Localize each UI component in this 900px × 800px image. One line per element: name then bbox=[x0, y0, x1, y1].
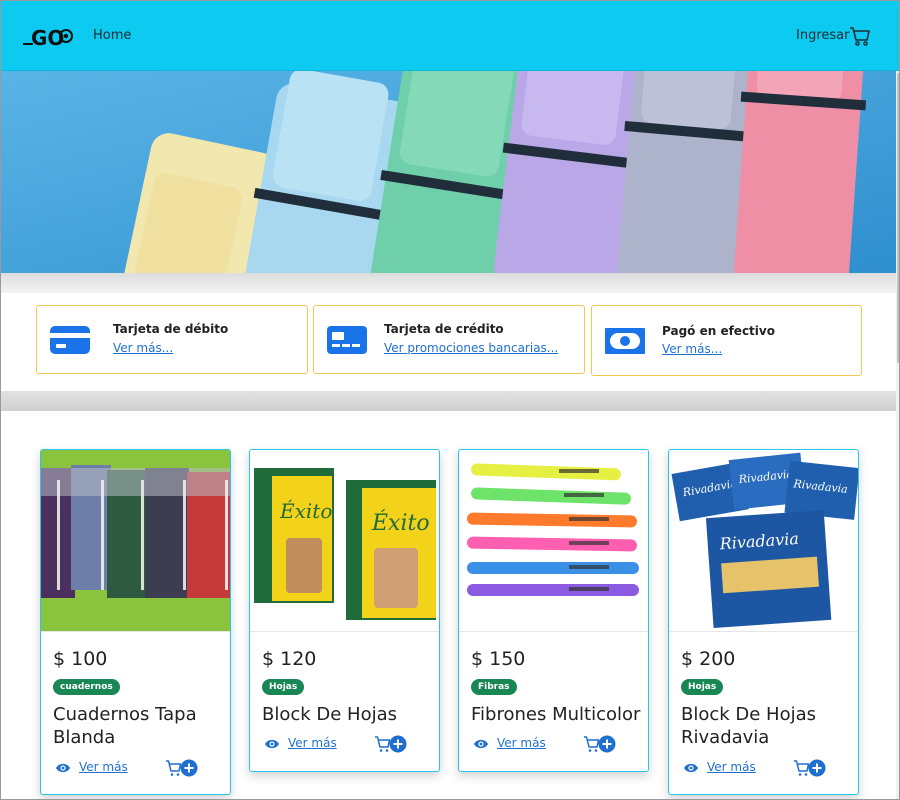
highlighter-markers-image bbox=[1, 71, 896, 273]
add-to-cart-icon[interactable] bbox=[165, 758, 199, 778]
product-card: Éxito Éxito $ 120 Hojas Block De Hojas V… bbox=[249, 449, 440, 772]
navbar: GO Home Ingresar bbox=[1, 1, 899, 71]
page-frame: GO Home Ingresar Tarjeta de débito Ver m… bbox=[0, 0, 900, 800]
payment-options: Tarjeta de débito Ver más... Tarjeta de … bbox=[1, 293, 896, 391]
product-card: Rivadavia Rivadavia Rivadavia Rivadavia bbox=[668, 449, 859, 795]
payment-link[interactable]: Ver más... bbox=[113, 341, 173, 355]
product-name: Fibrones Multicolor bbox=[471, 704, 641, 725]
nav-home-link[interactable]: Home bbox=[93, 28, 131, 43]
hero-banner bbox=[1, 71, 896, 273]
product-actions: Ver más bbox=[41, 758, 230, 780]
product-card: $ 150 Fibras Fibrones Multicolor Ver más bbox=[458, 449, 649, 772]
see-more-label: Ver más bbox=[79, 760, 128, 774]
svg-text:Éxito: Éxito bbox=[279, 499, 332, 523]
eye-icon bbox=[474, 739, 488, 749]
product-price: $ 150 bbox=[471, 648, 526, 670]
product-price: $ 200 bbox=[681, 648, 736, 670]
add-to-cart-icon[interactable] bbox=[583, 734, 617, 754]
debit-card-icon bbox=[50, 326, 90, 354]
product-name: Cuadernos Tapa Blanda bbox=[53, 704, 197, 748]
add-to-cart-icon[interactable] bbox=[793, 758, 827, 778]
product-name: Block De Hojas bbox=[262, 704, 398, 725]
payment-link[interactable]: Ver promociones bancarias... bbox=[384, 341, 558, 355]
category-badge: cuadernos bbox=[53, 679, 120, 695]
category-badge: Hojas bbox=[262, 679, 305, 695]
product-image[interactable]: Éxito Éxito bbox=[250, 450, 439, 632]
product-price: $ 100 bbox=[53, 648, 108, 670]
cart-icon[interactable] bbox=[849, 25, 871, 47]
category-badge: Fibras bbox=[471, 679, 517, 695]
payment-card-cash: Pagó en efectivo Ver más... bbox=[591, 305, 862, 376]
payment-link[interactable]: Ver más... bbox=[662, 342, 722, 356]
see-more-label: Ver más bbox=[707, 760, 756, 774]
products-grid: $ 100 cuadernos Cuadernos Tapa Blanda Ve… bbox=[1, 411, 896, 799]
product-actions: Ver más bbox=[250, 734, 439, 756]
svg-text:Éxito: Éxito bbox=[371, 509, 430, 536]
payment-title: Tarjeta de débito bbox=[113, 322, 229, 336]
category-badge: Hojas bbox=[681, 679, 724, 695]
payment-card-credit: Tarjeta de crédito Ver promociones banca… bbox=[313, 305, 585, 374]
product-image[interactable]: Rivadavia Rivadavia Rivadavia Rivadavia bbox=[669, 450, 858, 632]
product-image[interactable] bbox=[459, 450, 648, 632]
hero-shadow bbox=[1, 273, 896, 293]
eye-icon bbox=[265, 739, 279, 749]
add-to-cart-icon[interactable] bbox=[374, 734, 408, 754]
product-price: $ 120 bbox=[262, 648, 317, 670]
credit-card-icon bbox=[327, 326, 367, 354]
eye-icon bbox=[684, 763, 698, 773]
cash-icon bbox=[605, 328, 645, 354]
product-actions: Ver más bbox=[669, 758, 858, 780]
product-name: Block De Hojas Rivadavia bbox=[681, 704, 817, 748]
product-actions: Ver más bbox=[459, 734, 648, 756]
payment-title: Tarjeta de crédito bbox=[384, 322, 504, 336]
eye-icon bbox=[56, 763, 70, 773]
login-link[interactable]: Ingresar bbox=[796, 28, 849, 43]
payment-card-debit: Tarjeta de débito Ver más... bbox=[36, 305, 308, 374]
see-more-label: Ver más bbox=[497, 736, 546, 750]
section-divider bbox=[1, 391, 896, 411]
product-card: $ 100 cuadernos Cuadernos Tapa Blanda Ve… bbox=[40, 449, 231, 795]
see-more-label: Ver más bbox=[288, 736, 337, 750]
logo[interactable]: GO bbox=[23, 23, 77, 51]
product-image[interactable] bbox=[41, 450, 230, 632]
payment-title: Pagó en efectivo bbox=[662, 324, 775, 338]
